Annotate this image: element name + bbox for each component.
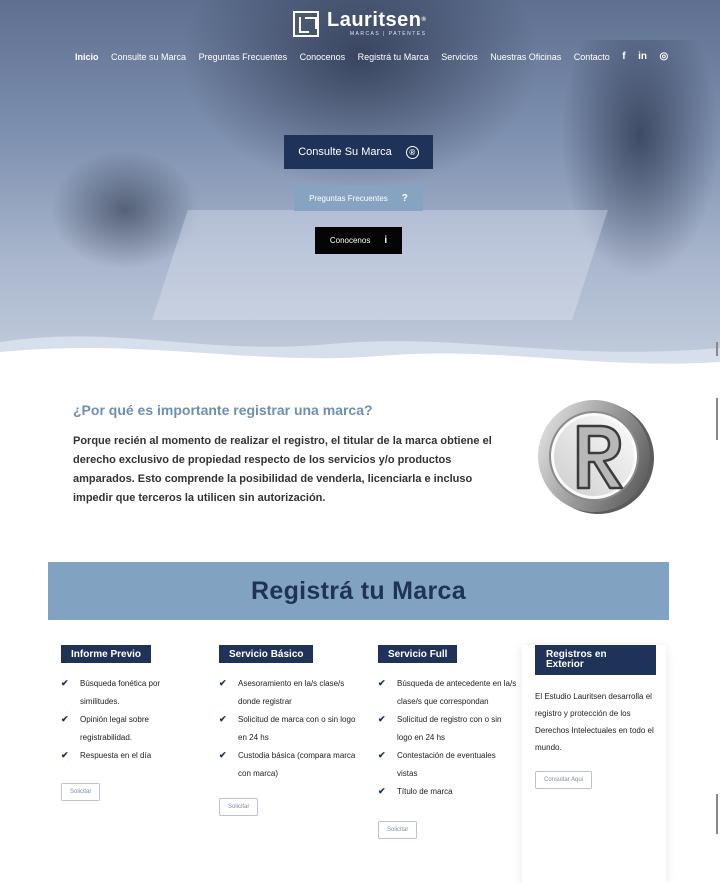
list-item: ✔ Respuesta en el día xyxy=(61,747,201,765)
service-title: Servicio Full xyxy=(378,645,458,663)
registered-mark: ® xyxy=(421,17,427,23)
registra-tu-marca-banner: Registrá tu Marca xyxy=(48,562,669,620)
linkedin-icon[interactable]: in xyxy=(638,51,647,62)
button-label: Conocenos xyxy=(329,236,371,245)
brand-tagline: MARCAS | PATENTES xyxy=(349,31,427,37)
hero-wave-divider xyxy=(0,336,720,372)
check-icon: ✔ xyxy=(378,678,386,688)
nav-item-conocenos[interactable]: Conocenos xyxy=(300,52,346,62)
service-card-informe-previo: Informe Previo ✔ Búsqueda fonética por si… xyxy=(61,645,201,801)
list-item: ✔ Búsqueda de antecedente en la/s clase/s… xyxy=(378,675,518,710)
check-icon: ✔ xyxy=(378,750,386,760)
check-icon: ✔ xyxy=(61,678,69,688)
button-label: Preguntas Frecuentes xyxy=(309,193,388,203)
registered-icon: ® xyxy=(405,145,419,159)
solicitar-button[interactable]: Solicitar xyxy=(219,798,259,816)
preguntas-frecuentes-button[interactable]: Preguntas Frecuentes ? xyxy=(294,185,423,211)
brand-name: Lauritsen xyxy=(327,9,422,31)
registered-trademark-icon xyxy=(538,400,654,514)
question-icon: ? xyxy=(401,192,408,204)
feature-list: ✔ Búsqueda fonética por similitudes. ✔ Opi… xyxy=(61,675,201,765)
feature-list: ✔ Asesoramiento en la/s clase/s donde reg… xyxy=(219,675,359,782)
service-card-registros-exterior: Registros en Exterior El Estudio Laurits… xyxy=(522,645,666,883)
nav-item-servicios[interactable]: Servicios xyxy=(441,52,478,62)
check-icon: ✔ xyxy=(61,714,69,724)
info-icon: i xyxy=(384,235,388,246)
list-item: ✔ Solicitud de registro con o sin logo en… xyxy=(378,711,518,746)
instagram-icon[interactable]: ◎ xyxy=(660,51,669,62)
consulte-su-marca-button[interactable]: Consulte Su Marca ® xyxy=(284,135,433,169)
scrollbar-marker[interactable] xyxy=(716,794,718,834)
nav-item-nuestras-oficinas[interactable]: Nuestras Oficinas xyxy=(490,52,561,62)
why-register-title: ¿Por qué es importante registrar una mar… xyxy=(73,402,373,418)
brand-logo[interactable]: Lauritsen® MARCAS | PATENTES xyxy=(293,10,426,37)
scrollbar-marker[interactable] xyxy=(716,398,718,440)
nav-item-consulte-su-marca[interactable]: Consulte su Marca xyxy=(111,52,186,62)
main-nav: Inicio Consulte su Marca Preguntas Frecu… xyxy=(75,51,668,62)
list-item: ✔ Custodia básica (compara marca con marc… xyxy=(219,747,359,782)
nav-item-inicio[interactable]: Inicio xyxy=(75,52,99,62)
check-icon: ✔ xyxy=(219,750,227,760)
conocenos-button[interactable]: Conocenos i xyxy=(315,227,402,254)
solicitar-button[interactable]: Solicitar xyxy=(61,782,101,801)
service-title: Registros en Exterior xyxy=(535,645,656,675)
service-card-servicio-full: Servicio Full ✔ Búsqueda de antecedente e… xyxy=(378,645,518,839)
nav-item-contacto[interactable]: Contacto xyxy=(574,52,610,62)
list-item: ✔ Opinión legal sobre registrabilidad. xyxy=(61,711,201,746)
check-icon: ✔ xyxy=(61,750,69,760)
check-icon: ✔ xyxy=(378,786,386,796)
list-item: ✔ Asesoramiento en la/s clase/s donde reg… xyxy=(219,675,359,710)
service-title: Informe Previo xyxy=(61,645,152,663)
logo-icon xyxy=(293,10,319,37)
service-title: Servicio Básico xyxy=(219,645,314,663)
facebook-icon[interactable]: f xyxy=(622,51,625,62)
check-icon: ✔ xyxy=(378,714,386,724)
check-icon: ✔ xyxy=(219,714,227,724)
list-item: ✔ Solicitud de marca con o sin logo en 24… xyxy=(219,711,359,746)
check-icon: ✔ xyxy=(219,678,227,688)
list-item: ✔ Título de marca xyxy=(378,783,518,801)
feature-list: ✔ Búsqueda de antecedente en la/s clase/s… xyxy=(378,675,518,801)
list-item: ✔ Contestación de eventuales vistas xyxy=(378,747,518,782)
nav-item-registra-tu-marca[interactable]: Registrá tu Marca xyxy=(358,52,429,62)
banner-title: Registrá tu Marca xyxy=(251,576,466,605)
nav-item-preguntas-frecuentes[interactable]: Preguntas Frecuentes xyxy=(199,52,288,62)
service-card-servicio-basico: Servicio Básico ✔ Asesoramiento en la/s c… xyxy=(219,645,359,816)
button-label: Consulte Su Marca xyxy=(298,146,392,158)
why-register-text: Porque recién al momento de realizar el … xyxy=(73,435,492,504)
list-item: ✔ Búsqueda fonética por similitudes. xyxy=(61,675,201,710)
service-description: El Estudio Lauritsen desarrolla el regis… xyxy=(535,692,654,752)
solicitar-button[interactable]: Solicitar xyxy=(378,820,418,839)
consultar-aqui-button[interactable]: Consultar Aquí xyxy=(535,771,593,789)
scrollbar-marker[interactable] xyxy=(716,342,718,356)
